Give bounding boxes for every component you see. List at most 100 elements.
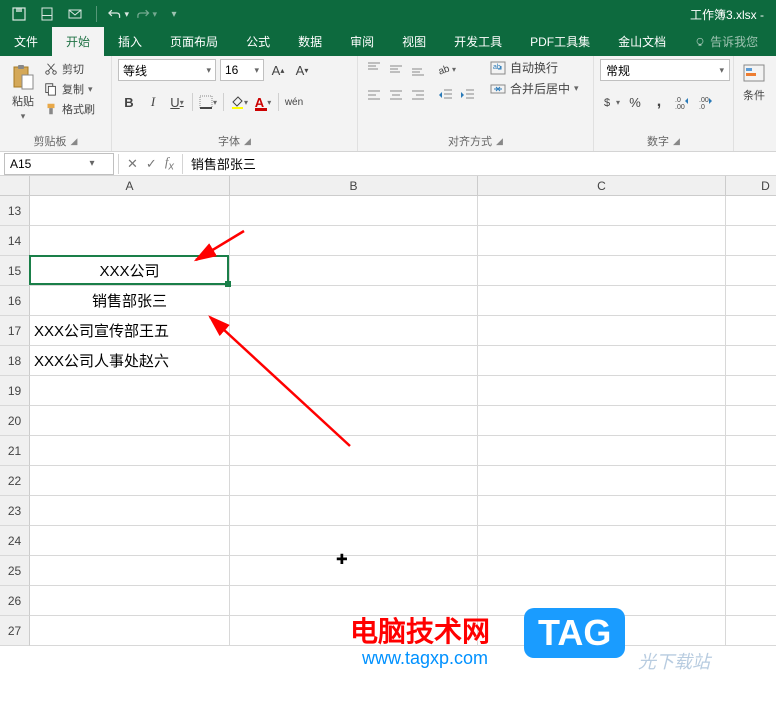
cell-D27[interactable] (726, 616, 776, 646)
formula-input[interactable] (183, 156, 776, 171)
align-center-button[interactable] (386, 85, 406, 105)
row-header-17[interactable]: 17 (0, 316, 30, 346)
row-header-18[interactable]: 18 (0, 346, 30, 376)
border-button[interactable]: ▾ (197, 91, 219, 113)
touch-mode-icon[interactable] (36, 3, 58, 25)
tab-pdf[interactable]: PDF工具集 (516, 27, 604, 56)
cancel-formula-icon[interactable]: ✕ (127, 156, 138, 172)
cell-B21[interactable] (230, 436, 478, 466)
cell-A26[interactable] (30, 586, 230, 616)
cell-D15[interactable] (726, 256, 776, 286)
number-format-select[interactable]: 常规▾ (600, 59, 730, 81)
align-top-button[interactable] (364, 59, 384, 79)
cell-A27[interactable] (30, 616, 230, 646)
cell-A19[interactable] (30, 376, 230, 406)
decrease-indent-button[interactable] (436, 85, 456, 105)
cell-A16[interactable]: 销售部张三 (30, 286, 230, 316)
row-header-13[interactable]: 13 (0, 196, 30, 226)
cell-D17[interactable] (726, 316, 776, 346)
row-header-23[interactable]: 23 (0, 496, 30, 526)
cell-C24[interactable] (478, 526, 726, 556)
save-icon[interactable] (8, 3, 30, 25)
col-header-A[interactable]: A (30, 176, 230, 196)
row-header-27[interactable]: 27 (0, 616, 30, 646)
decrease-decimal-button[interactable]: .00.0 (696, 91, 718, 113)
comma-button[interactable]: , (648, 91, 670, 113)
cell-C20[interactable] (478, 406, 726, 436)
tab-tell-me[interactable]: 告诉我您 (680, 27, 772, 56)
cell-A13[interactable] (30, 196, 230, 226)
row-header-19[interactable]: 19 (0, 376, 30, 406)
cell-D25[interactable] (726, 556, 776, 586)
increase-font-button[interactable]: A▴ (268, 59, 288, 81)
cell-C25[interactable] (478, 556, 726, 586)
cell-A17[interactable]: XXX公司宣传部王五 (30, 316, 230, 346)
col-header-D[interactable]: D (726, 176, 776, 196)
font-name-select[interactable]: 等线▾ (118, 59, 216, 81)
col-header-C[interactable]: C (478, 176, 726, 196)
conditional-format-button[interactable]: 条件 (740, 59, 768, 103)
tab-home[interactable]: 开始 (52, 27, 104, 56)
cell-B23[interactable] (230, 496, 478, 526)
row-header-26[interactable]: 26 (0, 586, 30, 616)
cell-B14[interactable] (230, 226, 478, 256)
tab-insert[interactable]: 插入 (104, 27, 156, 56)
cell-C23[interactable] (478, 496, 726, 526)
name-box-input[interactable] (5, 157, 83, 171)
cell-B17[interactable] (230, 316, 478, 346)
tab-view[interactable]: 视图 (388, 27, 440, 56)
align-bottom-button[interactable] (408, 59, 428, 79)
cell-C13[interactable] (478, 196, 726, 226)
cell-B16[interactable] (230, 286, 478, 316)
copy-button[interactable]: 复制 ▾ (44, 81, 95, 97)
tab-developer[interactable]: 开发工具 (440, 27, 516, 56)
cell-A24[interactable] (30, 526, 230, 556)
row-header-25[interactable]: 25 (0, 556, 30, 586)
cell-C16[interactable] (478, 286, 726, 316)
cell-A14[interactable] (30, 226, 230, 256)
increase-decimal-button[interactable]: .0.00 (672, 91, 694, 113)
bold-button[interactable]: B (118, 91, 140, 113)
fill-color-button[interactable]: ▾ (228, 91, 250, 113)
cell-D21[interactable] (726, 436, 776, 466)
cell-B20[interactable] (230, 406, 478, 436)
tab-pagelayout[interactable]: 页面布局 (156, 27, 232, 56)
cell-C15[interactable] (478, 256, 726, 286)
format-painter-button[interactable]: 格式刷 (44, 101, 95, 117)
cell-C17[interactable] (478, 316, 726, 346)
currency-button[interactable]: $▾ (600, 91, 622, 113)
cell-B18[interactable] (230, 346, 478, 376)
cell-A15[interactable]: XXX公司 (30, 256, 230, 286)
cell-D23[interactable] (726, 496, 776, 526)
cell-D24[interactable] (726, 526, 776, 556)
cell-A25[interactable] (30, 556, 230, 586)
cell-A23[interactable] (30, 496, 230, 526)
cell-D13[interactable] (726, 196, 776, 226)
font-size-select[interactable]: 16▾ (220, 59, 264, 81)
cell-A20[interactable] (30, 406, 230, 436)
undo-icon[interactable]: ▾ (107, 3, 129, 25)
cell-A18[interactable]: XXX公司人事处赵六 (30, 346, 230, 376)
italic-button[interactable]: I (142, 91, 164, 113)
tab-formulas[interactable]: 公式 (232, 27, 284, 56)
cell-B13[interactable] (230, 196, 478, 226)
merge-center-button[interactable]: 合并后居中 ▾ (490, 80, 579, 97)
cell-C14[interactable] (478, 226, 726, 256)
cell-D14[interactable] (726, 226, 776, 256)
email-icon[interactable] (64, 3, 86, 25)
number-launcher-icon[interactable]: ◢ (673, 136, 680, 147)
tab-data[interactable]: 数据 (284, 27, 336, 56)
cell-B24[interactable] (230, 526, 478, 556)
qat-customize-icon[interactable]: ▾ (163, 3, 185, 25)
cell-C19[interactable] (478, 376, 726, 406)
percent-button[interactable]: % (624, 91, 646, 113)
wrap-text-button[interactable]: ab 自动换行 (490, 59, 579, 76)
font-launcher-icon[interactable]: ◢ (244, 136, 251, 147)
cell-D19[interactable] (726, 376, 776, 406)
phonetic-button[interactable]: wén (283, 91, 305, 113)
cell-D22[interactable] (726, 466, 776, 496)
accept-formula-icon[interactable]: ✓ (146, 156, 157, 172)
tab-file[interactable]: 文件 (0, 27, 52, 56)
cut-button[interactable]: 剪切 (44, 61, 95, 77)
cell-D20[interactable] (726, 406, 776, 436)
